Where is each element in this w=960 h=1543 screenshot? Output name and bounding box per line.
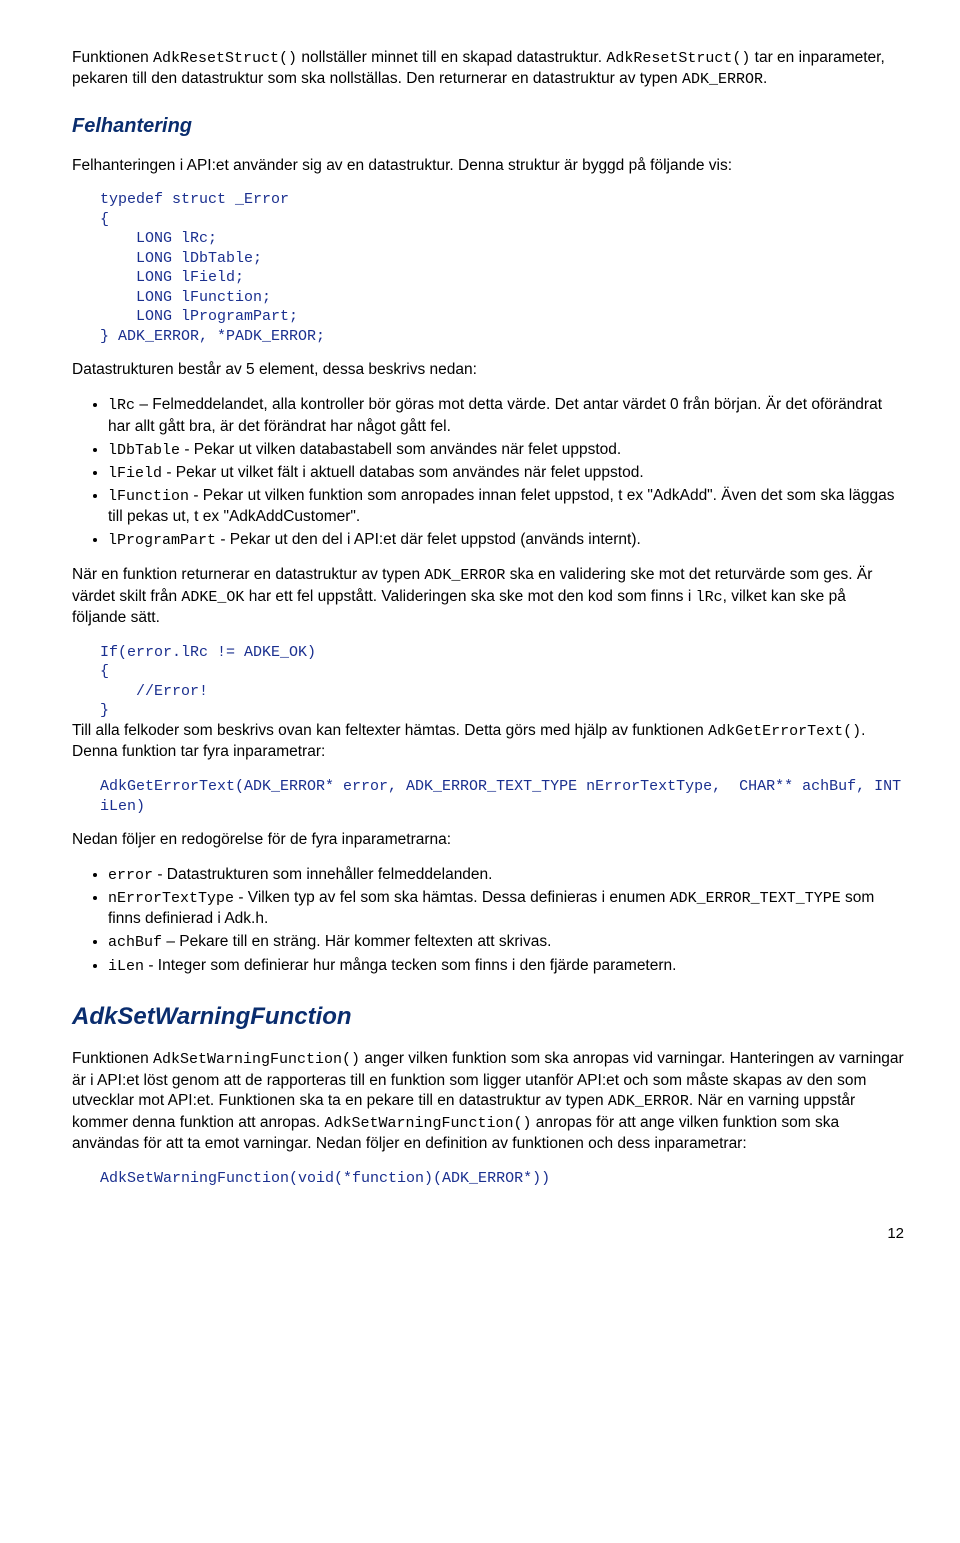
code-setwarning: AdkSetWarningFunction(void(*function)(AD… (100, 1169, 904, 1189)
code-inline: ADK_ERROR_TEXT_TYPE (670, 890, 841, 907)
list-item: lDbTable - Pekar ut vilken databastabell… (108, 440, 904, 461)
text: har ett fel uppstått. Valideringen ska s… (244, 588, 695, 605)
code-inline: AdkResetStruct() (153, 50, 297, 67)
text: - Integer som definierar hur många tecke… (144, 957, 676, 974)
code-inline: AdkResetStruct() (606, 50, 750, 67)
paragraph-datastruct: Datastrukturen består av 5 element, dess… (72, 360, 904, 381)
list-item: iLen - Integer som definierar hur många … (108, 956, 904, 977)
list-item: lProgramPart - Pekar ut den del i API:et… (108, 530, 904, 551)
code-inline: iLen (108, 958, 144, 975)
list-item: lFunction - Pekar ut vilken funktion som… (108, 486, 904, 528)
code-inline: lFunction (108, 488, 189, 505)
text: - Vilken typ av fel som ska hämtas. Dess… (234, 889, 670, 906)
code-struct-error: typedef struct _Error { LONG lRc; LONG l… (100, 190, 904, 346)
code-inline: achBuf (108, 934, 162, 951)
code-inline: nErrorTextType (108, 890, 234, 907)
code-inline: AdkSetWarningFunction() (324, 1115, 531, 1132)
paragraph-redogorelse: Nedan följer en redogörelse för de fyra … (72, 830, 904, 851)
list-item: nErrorTextType - Vilken typ av fel som s… (108, 888, 904, 930)
code-inline: ADKE_OK (181, 589, 244, 606)
heading-felhantering: Felhantering (72, 113, 904, 140)
code-inline: ADK_ERROR (608, 1093, 689, 1110)
code-inline: AdkSetWarningFunction() (153, 1051, 360, 1068)
page-number: 12 (72, 1224, 904, 1244)
code-if-error: If(error.lRc != ADKE_OK) { //Error! } (100, 643, 904, 721)
text: – Felmeddelandet, alla kontroller bör gö… (108, 396, 882, 434)
code-geterrortext: AdkGetErrorText(ADK_ERROR* error, ADK_ER… (100, 777, 904, 816)
text: - Pekar ut vilket fält i aktuell databas… (162, 464, 644, 481)
code-inline: error (108, 867, 153, 884)
code-inline: lRc (696, 589, 723, 606)
heading-adksetwarning: AdkSetWarningFunction (72, 1001, 904, 1033)
text: – Pekare till en sträng. Här kommer felt… (162, 933, 551, 950)
code-inline: AdkGetErrorText() (708, 723, 861, 740)
text: - Pekar ut den del i API:et där felet up… (216, 531, 641, 548)
code-inline: ADK_ERROR (424, 567, 505, 584)
code-inline: lDbTable (108, 442, 180, 459)
paragraph-feltexter: Till alla felkoder som beskrivs ovan kan… (72, 721, 904, 763)
code-inline: lProgramPart (108, 532, 216, 549)
text: Till alla felkoder som beskrivs ovan kan… (72, 722, 708, 739)
text: . (763, 70, 767, 87)
code-inline: ADK_ERROR (682, 71, 763, 88)
code-inline: lField (108, 465, 162, 482)
paragraph-warningfunc: Funktionen AdkSetWarningFunction() anger… (72, 1049, 904, 1155)
list-item: achBuf – Pekare till en sträng. Här komm… (108, 932, 904, 953)
text: - Pekar ut vilken funktion som anropades… (108, 487, 894, 525)
text: nollställer minnet till en skapad datast… (297, 49, 606, 66)
list-params: error - Datastrukturen som innehåller fe… (90, 865, 904, 977)
text: Funktionen (72, 49, 153, 66)
paragraph-felhantering-intro: Felhanteringen i API:et använder sig av … (72, 156, 904, 177)
paragraph-reset: Funktionen AdkResetStruct() nollställer … (72, 48, 904, 91)
text: - Datastrukturen som innehåller felmedde… (153, 866, 492, 883)
text: - Pekar ut vilken databastabell som anvä… (180, 441, 621, 458)
list-elements: lRc – Felmeddelandet, alla kontroller bö… (90, 395, 904, 551)
text: När en funktion returnerar en datastrukt… (72, 566, 424, 583)
paragraph-validation: När en funktion returnerar en datastrukt… (72, 565, 904, 628)
code-inline: lRc (108, 397, 135, 414)
text: Funktionen (72, 1050, 153, 1067)
list-item: error - Datastrukturen som innehåller fe… (108, 865, 904, 886)
list-item: lRc – Felmeddelandet, alla kontroller bö… (108, 395, 904, 437)
list-item: lField - Pekar ut vilket fält i aktuell … (108, 463, 904, 484)
